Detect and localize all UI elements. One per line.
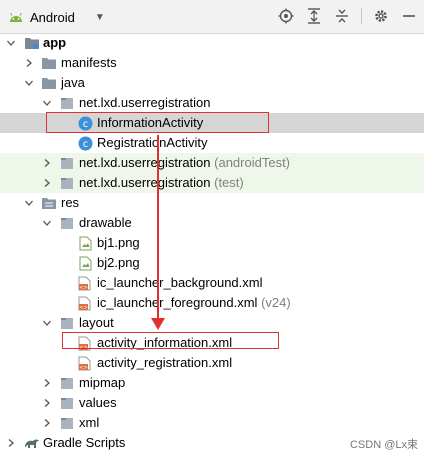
module-folder-icon — [24, 35, 40, 51]
tree-node-registration-activity[interactable]: c RegistrationActivity — [0, 133, 424, 153]
tree-node-res[interactable]: res — [0, 193, 424, 213]
chevron-right-icon[interactable] — [6, 438, 16, 448]
tree-node-label: values — [79, 395, 117, 410]
chevron-down-icon[interactable] — [42, 318, 52, 328]
hide-icon[interactable] — [400, 7, 418, 25]
chevron-down-icon[interactable] — [6, 38, 16, 48]
tree-node-label: net.lxd.userregistration (test) — [79, 175, 244, 190]
tree-node-label: bj1.png — [97, 235, 140, 250]
chevron-down-icon[interactable] — [42, 98, 52, 108]
tree-node-java[interactable]: java — [0, 73, 424, 93]
tree-node-layout[interactable]: layout — [0, 313, 424, 333]
tree-node-bj1[interactable]: bj1.png — [0, 233, 424, 253]
chevron-right-icon[interactable] — [24, 58, 34, 68]
image-file-icon — [77, 235, 93, 251]
tree-node-label: net.lxd.userregistration — [79, 95, 211, 110]
tree-node-label: app — [43, 35, 67, 50]
chevron-right-icon[interactable] — [42, 418, 52, 428]
tree-node-xml[interactable]: xml — [0, 413, 424, 433]
tree-node-label: manifests — [61, 55, 117, 70]
package-icon — [59, 155, 75, 171]
res-folder-icon — [41, 195, 57, 211]
folder-icon — [59, 315, 75, 331]
tree-node-ic-launcher-foreground[interactable]: <> ic_launcher_foreground.xml (v24) — [0, 293, 424, 313]
svg-text:c: c — [82, 139, 88, 150]
tree-node-label: bj2.png — [97, 255, 140, 270]
chevron-down-icon[interactable] — [24, 78, 34, 88]
tree-node-label: xml — [79, 415, 100, 430]
tree-node-label: net.lxd.userregistration (androidTest) — [79, 155, 291, 170]
tree-node-package-test[interactable]: net.lxd.userregistration (test) — [0, 173, 424, 193]
package-icon — [59, 95, 75, 111]
svg-text:<>: <> — [79, 365, 87, 371]
tree-node-app[interactable]: app — [0, 33, 424, 53]
tree-node-label: mipmap — [79, 375, 126, 390]
tree-node-label: drawable — [79, 215, 132, 230]
tree-node-package-android-test[interactable]: net.lxd.userregistration (androidTest) — [0, 153, 424, 173]
xml-file-icon: <> — [77, 275, 93, 291]
chevron-right-icon[interactable] — [42, 398, 52, 408]
chevron-down-icon[interactable] — [24, 198, 34, 208]
locate-icon[interactable] — [277, 7, 295, 25]
project-toolbar: Android ▼ — [0, 0, 424, 34]
highlight-box-information-activity — [46, 112, 269, 133]
chevron-down-icon: ▼ — [94, 11, 105, 23]
toolbar-divider — [361, 8, 362, 24]
tree-node-label: RegistrationActivity — [97, 135, 208, 150]
image-file-icon — [77, 255, 93, 271]
folder-icon — [59, 395, 75, 411]
tree-node-mipmap[interactable]: mipmap — [0, 373, 424, 393]
watermark: CSDN @Lx束 — [349, 439, 418, 451]
expand-all-icon[interactable] — [305, 7, 323, 25]
annotation-arrow-head — [151, 318, 165, 330]
package-icon — [59, 175, 75, 191]
chevron-right-icon[interactable] — [42, 178, 52, 188]
tree-node-manifests[interactable]: manifests — [0, 53, 424, 73]
class-icon: c — [77, 135, 93, 151]
folder-icon — [59, 415, 75, 431]
tree-node-bj2[interactable]: bj2.png — [0, 253, 424, 273]
settings-icon[interactable] — [372, 7, 390, 25]
tree-node-drawable[interactable]: drawable — [0, 213, 424, 233]
xml-file-icon: <> — [77, 355, 93, 371]
chevron-down-icon[interactable] — [42, 218, 52, 228]
tree-node-label: java — [61, 75, 85, 90]
tree-node-label: ic_launcher_foreground.xml (v24) — [97, 295, 291, 310]
tree-node-ic-launcher-background[interactable]: <> ic_launcher_background.xml — [0, 273, 424, 293]
view-selector-label: Android — [30, 9, 75, 25]
xml-file-icon: <> — [77, 295, 93, 311]
view-selector[interactable]: Android ▼ — [8, 6, 105, 28]
android-icon — [10, 12, 22, 22]
folder-icon — [41, 55, 57, 71]
tree-node-label: layout — [79, 315, 114, 330]
folder-icon — [59, 215, 75, 231]
folder-icon — [59, 375, 75, 391]
svg-text:<>: <> — [79, 305, 87, 311]
highlight-box-activity-information — [62, 332, 279, 349]
tree-node-label: activity_registration.xml — [97, 355, 233, 370]
annotation-arrow-line — [157, 135, 159, 323]
tree-node-label: Gradle Scripts — [43, 435, 126, 450]
collapse-all-icon[interactable] — [333, 7, 351, 25]
chevron-right-icon[interactable] — [42, 158, 52, 168]
tree-node-activity-registration[interactable]: <> activity_registration.xml — [0, 353, 424, 373]
tree-node-package[interactable]: net.lxd.userregistration — [0, 93, 424, 113]
gradle-icon — [24, 435, 40, 451]
tree-node-label: res — [61, 195, 80, 210]
tree-node-label: ic_launcher_background.xml — [97, 275, 263, 290]
folder-icon — [41, 75, 57, 91]
chevron-right-icon[interactable] — [42, 378, 52, 388]
tree-node-values[interactable]: values — [0, 393, 424, 413]
svg-text:<>: <> — [79, 285, 87, 291]
